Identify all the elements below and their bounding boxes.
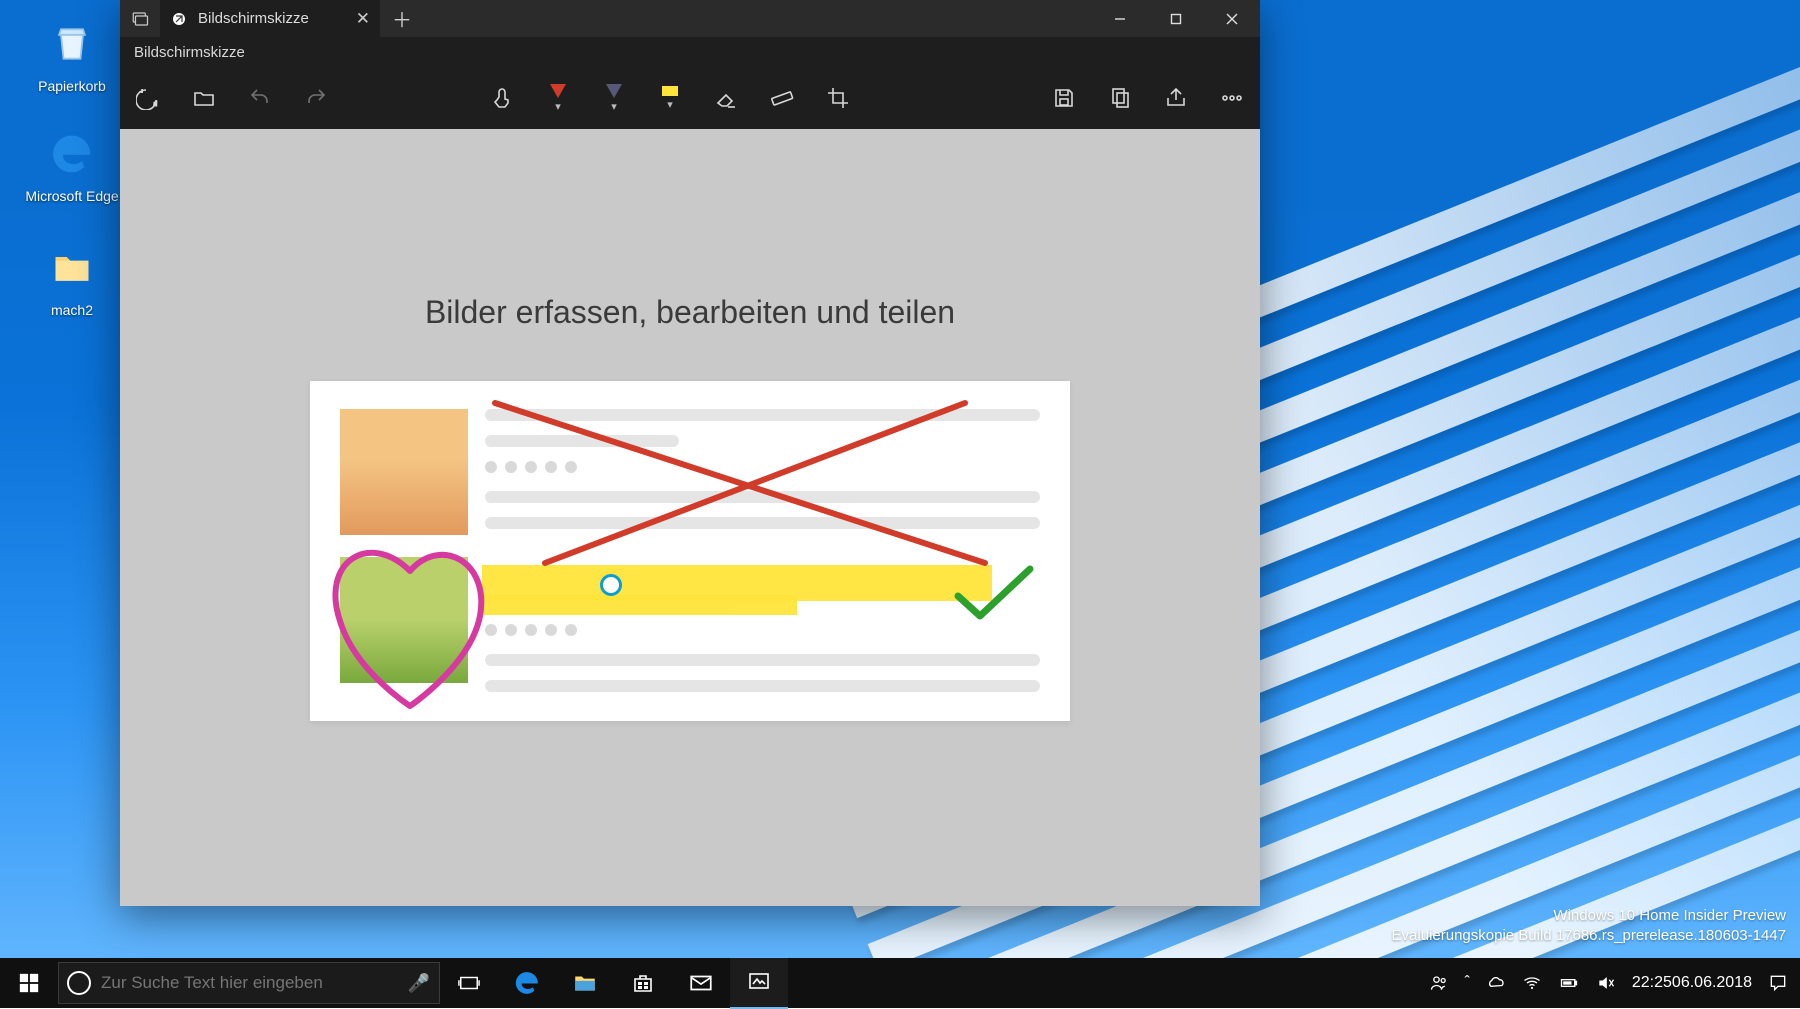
illustration bbox=[310, 381, 1070, 721]
crop-tool[interactable] bbox=[810, 70, 866, 126]
eraser-tool[interactable] bbox=[698, 70, 754, 126]
taskbar: 🎤 ˆ 22:25 06.06.2018 bbox=[0, 958, 1800, 1008]
app-toolbar: ▾ ▾ ▾ bbox=[120, 67, 1260, 129]
maximize-button[interactable] bbox=[1148, 0, 1204, 37]
recycle-bin-icon[interactable]: Papierkorb bbox=[24, 16, 120, 94]
people-icon[interactable] bbox=[1421, 958, 1457, 1008]
pencil-icon bbox=[606, 84, 622, 98]
cortana-icon bbox=[59, 971, 99, 995]
canvas-heading: Bilder erfassen, bearbeiten und teilen bbox=[425, 294, 955, 331]
close-window-button[interactable] bbox=[1204, 0, 1260, 37]
taskbar-explorer-button[interactable] bbox=[556, 958, 614, 1008]
folder-icon bbox=[44, 240, 100, 296]
redo-button[interactable] bbox=[288, 70, 344, 126]
chevron-down-icon: ▾ bbox=[555, 100, 561, 113]
taskbar-edge-button[interactable] bbox=[498, 958, 556, 1008]
taskbar-search[interactable]: 🎤 bbox=[58, 962, 440, 1004]
watermark-line1: Windows 10 Home Insider Preview bbox=[1392, 906, 1786, 926]
taskbar-store-button[interactable] bbox=[614, 958, 672, 1008]
edge-icon bbox=[44, 126, 100, 182]
window-controls bbox=[1092, 0, 1260, 37]
sets-previous-button[interactable] bbox=[120, 0, 160, 37]
sample-thumbnail-1 bbox=[340, 409, 468, 535]
subtitle-text: Bildschirmskizze bbox=[134, 44, 245, 61]
app-tab-title: Bildschirmskizze bbox=[198, 10, 309, 27]
app-tab-icon bbox=[170, 10, 188, 28]
ballpoint-pen-tool[interactable]: ▾ bbox=[530, 70, 586, 126]
windows-watermark: Windows 10 Home Insider Preview Evaluier… bbox=[1392, 906, 1786, 947]
tray-expand-icon[interactable]: ˆ bbox=[1457, 958, 1478, 1008]
edge-browser-icon[interactable]: Microsoft Edge bbox=[24, 126, 120, 204]
touch-writing-button[interactable] bbox=[474, 70, 530, 126]
new-tab-button[interactable]: ＋ bbox=[380, 0, 424, 37]
heart-mark bbox=[310, 531, 510, 721]
clock-time: 22:25 bbox=[1632, 973, 1672, 992]
pen-red-icon bbox=[550, 84, 566, 98]
red-x-mark bbox=[485, 393, 1005, 583]
search-input[interactable] bbox=[99, 972, 399, 994]
start-button[interactable] bbox=[0, 958, 58, 1008]
undo-button[interactable] bbox=[232, 70, 288, 126]
onedrive-icon[interactable] bbox=[1478, 958, 1514, 1008]
window-subtitle: Bildschirmskizze bbox=[120, 37, 1260, 67]
mach2-folder-icon[interactable]: mach2 bbox=[24, 240, 120, 318]
highlighter-yellow-icon bbox=[662, 86, 678, 96]
window-titlebar: Bildschirmskizze ✕ ＋ bbox=[120, 0, 1260, 37]
recycle-bin-label: Papierkorb bbox=[24, 78, 120, 94]
trash-icon bbox=[44, 16, 100, 72]
taskbar-screen-sketch-button[interactable] bbox=[730, 957, 788, 1009]
watermark-line2: Evaluierungskopie Build 17686.rs_prerele… bbox=[1392, 926, 1786, 946]
highlight-mark-2 bbox=[482, 595, 797, 615]
app-canvas: Bilder erfassen, bearbeiten und teilen bbox=[120, 129, 1260, 906]
open-file-button[interactable] bbox=[176, 70, 232, 126]
save-button[interactable] bbox=[1036, 70, 1092, 126]
copy-button[interactable] bbox=[1092, 70, 1148, 126]
mic-icon[interactable]: 🎤 bbox=[399, 973, 439, 994]
taskbar-clock[interactable]: 22:25 06.06.2018 bbox=[1624, 958, 1760, 1008]
app-tab[interactable]: Bildschirmskizze ✕ bbox=[160, 0, 380, 37]
action-center-icon[interactable] bbox=[1760, 958, 1796, 1008]
task-view-button[interactable] bbox=[440, 958, 498, 1008]
battery-icon[interactable] bbox=[1550, 958, 1588, 1008]
tab-close-button[interactable]: ✕ bbox=[356, 9, 370, 29]
pencil-tool[interactable]: ▾ bbox=[586, 70, 642, 126]
cursor-icon bbox=[600, 574, 622, 596]
chevron-down-icon: ▾ bbox=[667, 98, 673, 111]
wifi-icon[interactable] bbox=[1514, 958, 1550, 1008]
share-button[interactable] bbox=[1148, 70, 1204, 126]
chevron-down-icon: ▾ bbox=[611, 100, 617, 113]
more-button[interactable] bbox=[1204, 70, 1260, 126]
clock-date: 06.06.2018 bbox=[1672, 973, 1752, 992]
ruler-tool[interactable] bbox=[754, 70, 810, 126]
highlighter-tool[interactable]: ▾ bbox=[642, 70, 698, 126]
system-tray: ˆ 22:25 06.06.2018 bbox=[1421, 958, 1800, 1008]
volume-icon[interactable] bbox=[1588, 958, 1624, 1008]
new-snip-button[interactable] bbox=[120, 70, 176, 126]
screen-sketch-window: Bildschirmskizze ✕ ＋ Bildschirmskizze bbox=[120, 0, 1260, 906]
mach2-label: mach2 bbox=[24, 302, 120, 318]
edge-label: Microsoft Edge bbox=[24, 188, 120, 204]
minimize-button[interactable] bbox=[1092, 0, 1148, 37]
green-check-mark bbox=[950, 561, 1040, 631]
taskbar-mail-button[interactable] bbox=[672, 958, 730, 1008]
